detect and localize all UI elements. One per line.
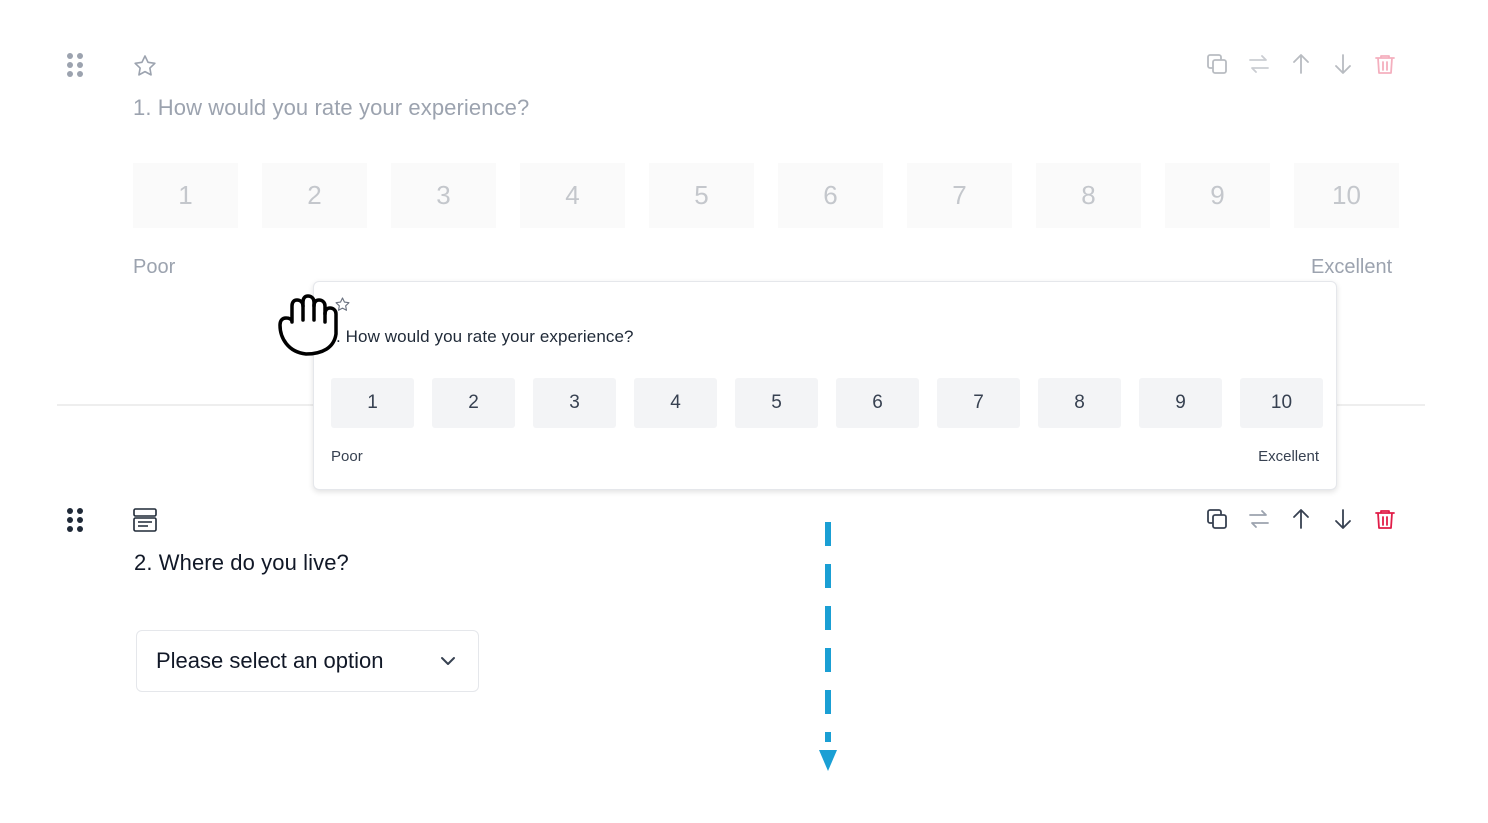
drop-indicator-arrow [819, 522, 837, 771]
question-2-toolbar [1205, 507, 1397, 531]
location-select[interactable]: Please select an option [136, 630, 479, 692]
drag-handle-icon[interactable] [67, 53, 83, 79]
grab-cursor-icon [276, 288, 340, 363]
rating-option-7[interactable]: 7 [907, 163, 1012, 228]
trash-icon[interactable] [1373, 507, 1397, 531]
question-2-title: 2. Where do you live? [134, 550, 349, 575]
preview-rating-option-6: 6 [836, 378, 919, 428]
swap-icon[interactable] [1247, 507, 1271, 531]
preview-scale-low-label: Poor [331, 448, 363, 465]
rating-option-6[interactable]: 6 [778, 163, 883, 228]
rating-option-8[interactable]: 8 [1036, 163, 1141, 228]
arrow-up-icon[interactable] [1289, 507, 1313, 531]
rating-option-4[interactable]: 4 [520, 163, 625, 228]
preview-rating-option-2: 2 [432, 378, 515, 428]
arrow-down-icon[interactable] [1331, 507, 1355, 531]
chevron-down-icon [438, 651, 458, 677]
scale-low-label: Poor [133, 256, 176, 278]
duplicate-icon[interactable] [1205, 52, 1229, 76]
trash-icon[interactable] [1373, 52, 1397, 76]
arrow-up-icon[interactable] [1289, 52, 1313, 76]
preview-rating-option-8: 8 [1038, 378, 1121, 428]
preview-rating-option-4: 4 [634, 378, 717, 428]
preview-rating-option-10: 10 [1240, 378, 1323, 428]
question-1-toolbar [1205, 52, 1397, 76]
preview-rating-option-1: 1 [331, 378, 414, 428]
drag-preview-card[interactable]: . How would you rate your experience? 1 … [313, 281, 1337, 490]
rating-option-9[interactable]: 9 [1165, 163, 1270, 228]
preview-rating-option-3: 3 [533, 378, 616, 428]
rating-option-2[interactable]: 2 [262, 163, 367, 228]
duplicate-icon[interactable] [1205, 507, 1229, 531]
dropdown-list-icon [132, 507, 158, 538]
arrow-down-icon[interactable] [1331, 52, 1355, 76]
preview-scale-high-label: Excellent [1258, 448, 1319, 465]
preview-rating-option-5: 5 [735, 378, 818, 428]
preview-rating-option-9: 9 [1139, 378, 1222, 428]
drag-preview-rating-scale: 1 2 3 4 5 6 7 8 9 10 [331, 378, 1323, 428]
select-placeholder: Please select an option [156, 648, 384, 673]
drag-handle-icon[interactable] [67, 508, 83, 534]
rating-option-3[interactable]: 3 [391, 163, 496, 228]
star-icon [132, 53, 158, 84]
scale-high-label: Excellent [1311, 256, 1393, 278]
rating-option-5[interactable]: 5 [649, 163, 754, 228]
swap-icon[interactable] [1247, 52, 1271, 76]
question-1-title: 1. How would you rate your experience? [133, 95, 530, 120]
rating-option-10[interactable]: 10 [1294, 163, 1399, 228]
drag-preview-title: . How would you rate your experience? [336, 327, 634, 346]
rating-option-1[interactable]: 1 [133, 163, 238, 228]
preview-rating-option-7: 7 [937, 378, 1020, 428]
question-1-rating-scale: 1 2 3 4 5 6 7 8 9 10 [133, 163, 1399, 228]
